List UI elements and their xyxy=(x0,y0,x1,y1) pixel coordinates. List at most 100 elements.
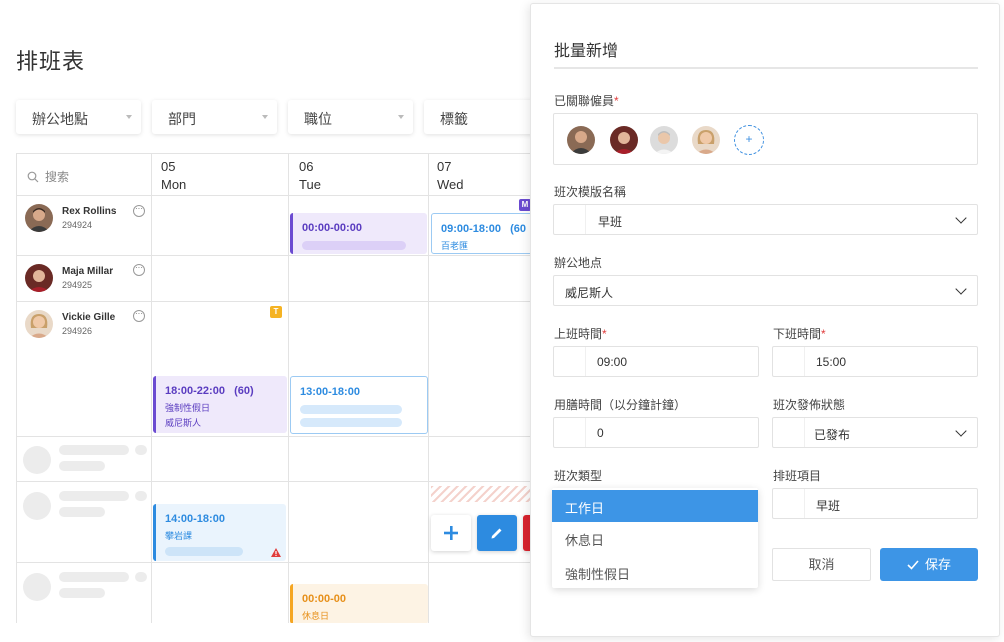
filter-department[interactable]: 部門 xyxy=(152,100,277,134)
divider xyxy=(554,67,978,69)
shift-time: 09:00-18:00 xyxy=(441,223,501,235)
plus-icon xyxy=(444,526,458,540)
placeholder-bar xyxy=(300,418,402,427)
shift-card-rex-tue[interactable]: 00:00-00:00 xyxy=(290,213,427,254)
shift-card-rex-wed[interactable]: 09:00-18:00 (60 百老匯 xyxy=(431,213,536,254)
save-label: 保存 xyxy=(924,557,951,572)
caret-down-icon xyxy=(126,115,132,119)
publish-status-select[interactable]: 已發布 xyxy=(772,417,978,448)
assignee-avatar[interactable] xyxy=(567,126,595,154)
template-label: 班次模版名稱 xyxy=(554,185,627,199)
employee-id: 294924 xyxy=(62,220,93,230)
meal-time-label: 用膳時間（以分鐘計鐘） xyxy=(554,398,687,412)
filter-department-label: 部門 xyxy=(168,111,196,127)
shift-type-option-workday[interactable]: 工作日 xyxy=(552,490,758,522)
skeleton-bar xyxy=(135,491,147,501)
more-icon[interactable]: ··· xyxy=(133,310,145,322)
day-date: 07 xyxy=(437,159,452,174)
skeleton-bar xyxy=(59,507,105,517)
shift-type-option-restday[interactable]: 休息日 xyxy=(552,522,758,554)
shift-time: 00:00-00 xyxy=(302,593,347,605)
skeleton-avatar xyxy=(23,446,51,474)
skeleton-bar xyxy=(135,572,147,582)
assignee-avatar[interactable] xyxy=(650,126,678,154)
template-select[interactable]: 早班 xyxy=(553,204,978,235)
employee-name: Maja Millar xyxy=(62,266,114,277)
schedule-item-label: 排班項目 xyxy=(773,469,822,483)
location-select[interactable]: 威尼斯人 xyxy=(553,275,978,306)
warning-icon xyxy=(271,548,281,557)
assignees-field[interactable]: + xyxy=(553,113,978,165)
shift-card-vickie-tue[interactable]: 13:00-18:00 xyxy=(290,376,428,434)
avatar xyxy=(25,264,53,292)
avatar xyxy=(25,204,53,232)
skeleton-avatar xyxy=(23,492,51,520)
shift-type: 休息日 xyxy=(302,611,330,621)
skeleton-bar xyxy=(59,461,105,471)
schedule-item-input[interactable]: 早班 xyxy=(772,488,978,519)
shift-time: 18:00-22:00 xyxy=(165,385,225,397)
shift-time: 00:00-00:00 xyxy=(302,222,362,234)
shift-type-dropdown[interactable]: 工作日 休息日 強制性假日 xyxy=(552,488,758,588)
skeleton-bar xyxy=(59,588,105,598)
more-icon[interactable]: ··· xyxy=(133,264,145,276)
placeholder-bar xyxy=(300,405,402,414)
assignees-label: 已關聯僱員* xyxy=(554,94,619,108)
shift-card-vickie-mon[interactable]: 18:00-22:00 (60) 強制性假日 威尼斯人 xyxy=(153,376,287,433)
placeholder-bar xyxy=(302,241,406,250)
shift-time: 14:00-18:00 xyxy=(165,513,225,525)
publish-status-label: 班次發佈狀態 xyxy=(773,398,846,412)
edit-shift-button[interactable] xyxy=(477,515,517,551)
employee-id: 294926 xyxy=(62,326,93,336)
label-text: 已關聯僱員 xyxy=(554,94,615,108)
label-text: 下班時間 xyxy=(773,327,822,341)
employee-row-vickie[interactable]: Vickie Gille 294926 xyxy=(25,310,115,338)
shift-location: 攀岩課 xyxy=(165,531,193,541)
chevron-down-icon xyxy=(955,212,967,224)
search-icon xyxy=(27,171,39,182)
meal-time-value: 0 xyxy=(597,426,604,440)
shift-type-label: 班次類型 xyxy=(554,469,603,483)
cancel-button[interactable]: 取消 xyxy=(772,548,871,581)
check-icon xyxy=(907,560,919,570)
shift-type-option-holiday[interactable]: 強制性假日 xyxy=(552,556,758,588)
assignee-avatar[interactable] xyxy=(610,126,638,154)
filter-office-label: 辦公地點 xyxy=(32,111,88,127)
shift-card-row5-mon[interactable]: 14:00-18:00 攀岩課 xyxy=(153,504,286,561)
placeholder-bar xyxy=(165,547,243,556)
shift-card-row6-tue[interactable]: 00:00-00 休息日 xyxy=(290,584,428,623)
shift-time: 13:00-18:00 xyxy=(300,386,360,398)
end-time-input[interactable]: 15:00 xyxy=(772,346,978,377)
add-shift-button[interactable] xyxy=(431,515,471,551)
start-time-value: 09:00 xyxy=(597,355,628,369)
employee-search[interactable]: 搜索 xyxy=(27,168,69,185)
filter-position-label: 職位 xyxy=(304,111,332,127)
save-button[interactable]: 保存 xyxy=(880,548,978,581)
employee-id: 294925 xyxy=(62,280,93,290)
schedule-item-value: 早班 xyxy=(816,499,841,513)
day-date: 06 xyxy=(299,159,314,174)
filter-tag-label: 標籤 xyxy=(440,111,468,127)
skeleton-bar xyxy=(59,572,129,582)
skeleton-bar xyxy=(59,491,129,501)
filter-office[interactable]: 辦公地點 xyxy=(16,100,141,134)
skeleton-bar xyxy=(135,445,147,455)
day-header-tue: 06 Tue xyxy=(299,158,321,194)
add-assignee-button[interactable]: + xyxy=(734,125,764,155)
page-title: 排班表 xyxy=(16,49,86,74)
shift-count: (60) xyxy=(234,385,254,397)
filter-position[interactable]: 職位 xyxy=(288,100,413,134)
caret-down-icon xyxy=(398,115,404,119)
pencil-icon xyxy=(491,528,502,539)
day-weekday: Tue xyxy=(299,177,321,192)
shift-count: (60 xyxy=(510,223,527,235)
assignee-avatar[interactable] xyxy=(692,126,720,154)
employee-row-maja[interactable]: Maja Millar 294925 xyxy=(25,264,113,292)
end-time-value: 15:00 xyxy=(816,355,847,369)
shift-type: 強制性假日 xyxy=(165,403,211,413)
start-time-input[interactable]: 09:00 xyxy=(553,346,759,377)
employee-row-rex[interactable]: Rex Rollins 294924 xyxy=(25,204,116,232)
shift-location: 百老匯 xyxy=(441,241,469,251)
meal-time-input[interactable]: 0 xyxy=(553,417,759,448)
more-icon[interactable]: ··· xyxy=(133,205,145,217)
